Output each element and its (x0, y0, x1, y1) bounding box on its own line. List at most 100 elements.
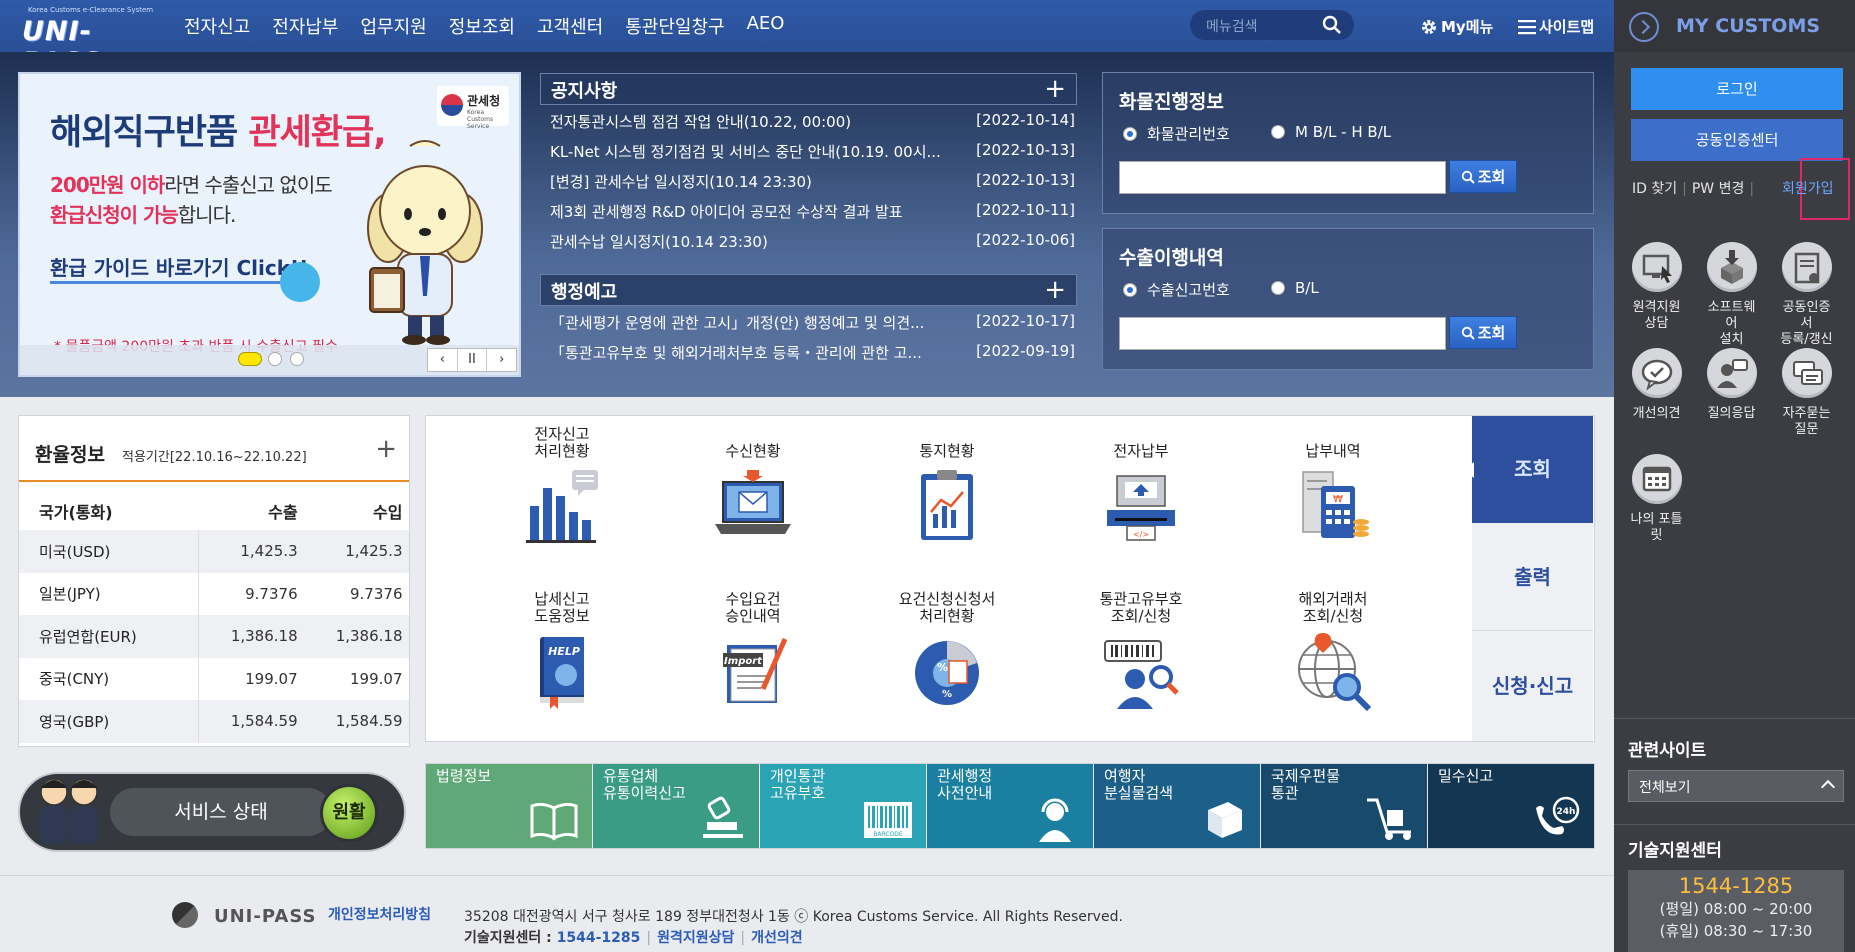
search-icon[interactable] (1322, 15, 1342, 35)
sitemap-button[interactable]: 사이트맵 (1518, 16, 1594, 37)
notice-more-button[interactable]: + (1044, 74, 1066, 104)
banner-pause-button[interactable]: II (458, 349, 488, 371)
nav-info-lookup[interactable]: 정보조회 (449, 13, 515, 39)
nav-e-payment[interactable]: 전자납부 (272, 13, 338, 39)
export-search-button[interactable]: 조회 (1449, 316, 1517, 349)
cargo-number-input[interactable] (1119, 161, 1446, 194)
quick-e-payment[interactable]: 전자납부 </> (1056, 424, 1226, 550)
cert-register-button[interactable]: 공동인증 서 등록/갱신 (1769, 242, 1844, 348)
find-id-link[interactable]: ID 찾기 (1632, 181, 1677, 197)
tech-support-phone: 1544-1285 (1678, 874, 1794, 898)
tab-lookup[interactable]: 조회 (1472, 416, 1593, 523)
svg-text:</>: </> (1133, 530, 1149, 539)
nav-e-declaration[interactable]: 전자신고 (184, 13, 250, 39)
tile-personal-clearance[interactable]: 개인통관 고유부호 BARCODE (760, 764, 927, 848)
banner-page-dot-3[interactable] (290, 352, 304, 366)
software-install-button[interactable]: 소프트웨 어 설치 (1694, 242, 1769, 348)
tile-lost-items[interactable]: 여행자 분실물검색 (1094, 764, 1261, 848)
kcs-name-en: Korea Customs Service (467, 109, 494, 130)
exchange-rate-period: 적용기간[22.10.16~22.10.22] (122, 450, 307, 465)
quick-notice-status[interactable]: 통지현황 (862, 424, 1032, 550)
my-customs-panel: MY CUSTOMS 로그인 공동인증센터 ID 찾기 | PW 변경 | 원격지원 상… (1614, 0, 1855, 952)
pw-change-link[interactable]: PW 변경 (1692, 181, 1745, 197)
exchange-rate-title: 환율정보 (35, 444, 105, 466)
refund-guide-link[interactable]: 환급 가이드 바로가기 Click!! (50, 252, 308, 281)
banner-prev-button[interactable]: ‹ (428, 349, 458, 371)
my-menu-button[interactable]: My메뉴 (1420, 16, 1493, 37)
col-export: 수출 (268, 503, 298, 522)
improvement-button[interactable]: 개선의견 (1619, 348, 1694, 422)
tile-law-info[interactable]: 법령정보 (426, 764, 593, 848)
admin-notice-header: 행정예고 + (540, 274, 1077, 306)
table-row: 영국(GBP) 1,584.59 1,584.59 (19, 700, 409, 743)
cargo-title: 화물진행정보 (1119, 91, 1224, 113)
panel-toggle-icon[interactable] (1629, 12, 1659, 42)
exchange-rate-more-button[interactable]: + (375, 434, 397, 464)
admin-notice-item[interactable]: 「관세평가 운영에 관한 고시」개정(안) 행정예고 및 의견... [2022-… (540, 306, 1077, 336)
footer-tech-phone[interactable]: 1544-1285 (557, 930, 641, 946)
my-portlet-button[interactable]: 나의 포틀 릿 (1619, 454, 1694, 544)
promo-banner[interactable]: 해외직구반품 관세환급, 200만원 이하라면 수출신고 없이도 환급신청이 가… (18, 72, 521, 377)
radio-export-bl[interactable]: B/L (1271, 279, 1319, 297)
menu-search-input[interactable]: 메뉴검색 (1190, 10, 1354, 40)
svg-text:%: % (942, 689, 952, 700)
banner-next-button[interactable]: › (487, 349, 516, 371)
related-sites-select[interactable]: 전체보기 (1628, 770, 1844, 802)
banner-headline: 해외직구반품 관세환급, (50, 113, 387, 153)
tile-distribution[interactable]: 유통업체 유통이력신고 (593, 764, 760, 848)
tile-intl-mail[interactable]: 국제우편물 통관 (1261, 764, 1428, 848)
receipt-calculator-icon: ₩ (1302, 471, 1369, 538)
footer-remote-support-link[interactable]: 원격지원상담 (657, 930, 734, 946)
faq-button[interactable]: 자주묻는 질문 (1769, 348, 1844, 438)
table-row: 유럽연합(EUR) 1,386.18 1,386.18 (19, 615, 409, 658)
tile-smuggling-report[interactable]: 밀수신고 24h (1428, 764, 1594, 848)
notice-item[interactable]: [변경] 관세수납 일시정지(10.14 23:30) [2022-10-13] (540, 165, 1077, 195)
tab-apply-declare[interactable]: 신청·신고 (1472, 631, 1593, 741)
admin-notice-item[interactable]: 「통관고유부호 및 해외거래처부호 등록・관리에 관한 고... [2022-09… (540, 336, 1077, 366)
footer: UNI-PASS 개인정보처리방침 35208 대전광역시 서구 청사로 189… (0, 875, 1614, 952)
radio-export-number[interactable]: 수출신고번호 (1123, 279, 1230, 300)
join-link[interactable]: 회원가입 (1782, 178, 1834, 198)
nav-single-window[interactable]: 통관단일창구 (625, 13, 724, 39)
privacy-policy-link[interactable]: 개인정보처리방침 (328, 904, 431, 924)
quick-receipt-status[interactable]: 수신현황 (668, 424, 838, 550)
qna-button[interactable]: 질의응답 (1694, 348, 1769, 422)
uni-pass-logo[interactable]: Korea Customs e-Clearance System UNI-PAS… (22, 6, 153, 78)
banner-page-dot-1[interactable] (238, 352, 262, 366)
cargo-tracking-panel: 화물진행정보 화물관리번호 M B/L - H B/L 조회 (1102, 72, 1594, 214)
notice-item[interactable]: 제3회 관세행정 R&D 아이디어 공모전 수상작 결과 발표 [2022-10-… (540, 195, 1077, 225)
remote-support-button[interactable]: 원격지원 상담 (1619, 242, 1694, 332)
admin-notice-more-button[interactable]: + (1044, 275, 1066, 305)
nav-customer-center[interactable]: 고객센터 (537, 13, 603, 39)
quick-payment-history[interactable]: 납부내역 ₩ (1248, 424, 1418, 550)
quick-e-declaration-status[interactable]: 전자신고 처리현황 (477, 424, 647, 550)
footer-improvement-link[interactable]: 개선의견 (751, 930, 803, 946)
notice-item[interactable]: 전자통관시스템 점검 작업 안내(10.22, 00:00) [2022-10-1… (540, 105, 1077, 135)
login-button[interactable]: 로그인 (1631, 68, 1843, 110)
quick-customs-code[interactable]: 통관고유부호 조회/신청 (1056, 589, 1226, 715)
panel-divider (1614, 718, 1855, 719)
svg-text:HELP: HELP (548, 645, 580, 658)
radio-bl[interactable]: M B/L - H B/L (1271, 123, 1391, 141)
chevron-up-icon (1820, 779, 1836, 795)
quick-tax-help[interactable]: 납세신고 도움정보 HELP (477, 589, 647, 715)
tile-customs-guide[interactable]: 관세행정 사전안내 (927, 764, 1094, 848)
gear-icon (1422, 19, 1436, 34)
quick-foreign-partner[interactable]: 해외거래처 조회/신청 (1248, 589, 1418, 715)
shortcut-tiles: 법령정보 유통업체 유통이력신고 개인통관 고유부호 BARCODE 관세행정 사전안… (425, 763, 1595, 849)
banner-page-dot-2[interactable] (268, 352, 282, 366)
my-menu-label: My메뉴 (1441, 18, 1494, 36)
export-number-input[interactable] (1119, 317, 1446, 350)
radio-cargo-number[interactable]: 화물관리번호 (1123, 123, 1230, 144)
tab-print[interactable]: 출력 (1472, 523, 1593, 631)
quick-requirement-status[interactable]: 요건신청신청서 처리현황 % % (862, 589, 1032, 715)
notice-item[interactable]: KL-Net 시스템 정기점검 및 서비스 중단 안내(10.19. 00시..… (540, 135, 1077, 165)
search-icon (1461, 326, 1475, 340)
nav-aeo[interactable]: AEO (747, 13, 785, 39)
nav-work-support[interactable]: 업무지원 (361, 13, 427, 39)
hamburger-icon (1518, 19, 1536, 34)
cargo-search-button[interactable]: 조회 (1449, 160, 1517, 193)
quick-import-approval[interactable]: 수입요건 승인내역 Import (668, 589, 838, 715)
cert-center-button[interactable]: 공동인증센터 (1631, 119, 1843, 161)
notice-item[interactable]: 관세수납 일시정지(10.14 23:30) [2022-10-06] (540, 225, 1077, 255)
